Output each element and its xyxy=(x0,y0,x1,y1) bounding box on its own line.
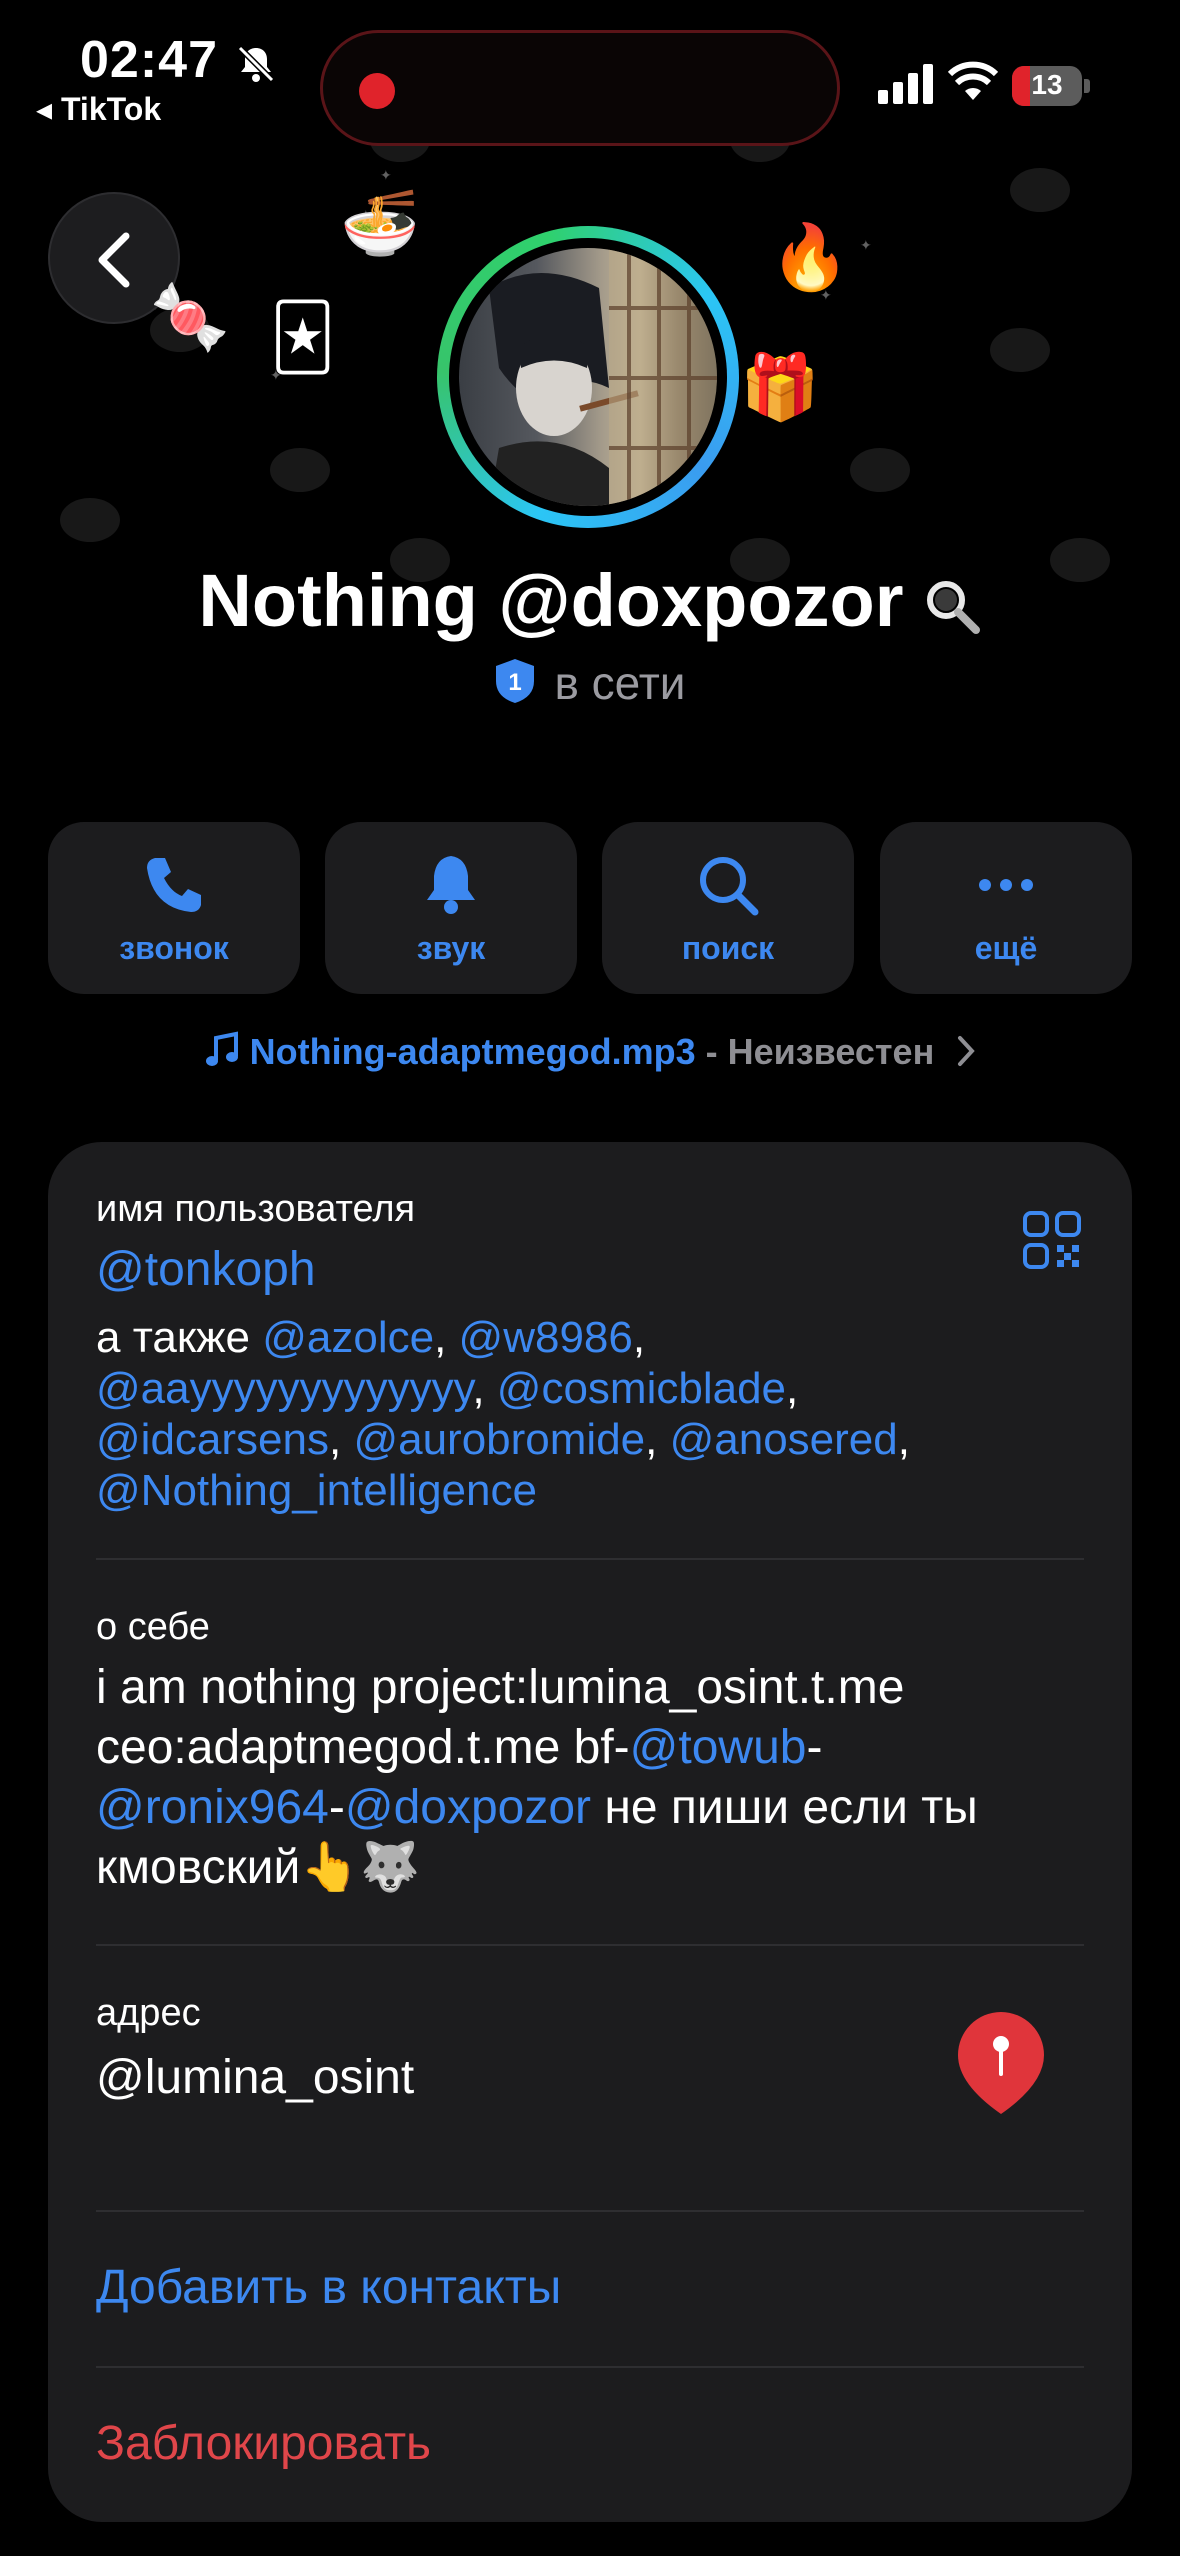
more-button[interactable]: ещё xyxy=(880,822,1132,994)
also-usernames: а также @azolce, @w8986, @aayyyyyyyyyyyy… xyxy=(96,1313,910,1515)
divider xyxy=(96,2366,1084,2368)
status-bar: 02:47 ◂ TikTok 13 xyxy=(0,0,1180,146)
more-icon xyxy=(979,879,1033,891)
profile-name: Nothing @doxpozor xyxy=(0,558,1180,643)
svg-text:✦: ✦ xyxy=(860,237,872,253)
bio-label: о себе xyxy=(96,1606,210,1648)
divider xyxy=(96,1944,1084,1946)
shield-badge-icon: 1 xyxy=(496,659,535,703)
green-ribbon-icon: 🎁 xyxy=(740,351,820,423)
divider xyxy=(96,2210,1084,2212)
avatar[interactable] xyxy=(437,226,739,528)
block-user-button[interactable]: Заблокировать xyxy=(96,2416,431,2471)
action-buttons: звонок звук поиск ещё xyxy=(48,822,1132,994)
music-artist: Неизвестен xyxy=(727,1031,935,1072)
search-icon xyxy=(700,857,759,916)
add-to-contacts-button[interactable]: Добавить в контакты xyxy=(96,2260,561,2315)
online-status: 1 в сети xyxy=(0,656,1180,710)
jester-hat-icon: 🃏 xyxy=(270,301,336,373)
sound-button[interactable]: звук xyxy=(325,822,577,994)
call-button[interactable]: звонок xyxy=(48,822,300,994)
username-label: имя пользователя xyxy=(96,1188,416,1230)
svg-text:✦: ✦ xyxy=(380,167,392,183)
noodle-box-icon: 🍜 xyxy=(340,187,420,259)
profile-music[interactable]: Nothing-adaptmegod.mp3 - Неизвестен xyxy=(0,1030,1180,1073)
dynamic-island xyxy=(320,30,840,146)
battery-indicator: 13 xyxy=(1012,66,1092,106)
address-value[interactable]: @lumina_osint xyxy=(96,2050,414,2105)
username-link[interactable]: @tonkoph xyxy=(96,1242,316,1297)
torch-icon: 🔥 xyxy=(770,221,850,293)
chevron-left-icon xyxy=(98,232,130,288)
wifi-icon xyxy=(948,61,998,100)
bell-icon xyxy=(427,856,475,914)
qr-code-icon[interactable] xyxy=(1022,1210,1082,1270)
info-card: имя пользователя @tonkoph а также @azolc… xyxy=(48,1142,1132,2522)
divider xyxy=(96,1558,1084,1560)
chevron-right-icon xyxy=(958,1036,976,1066)
bell-muted-icon xyxy=(237,45,275,83)
avatar-image xyxy=(459,248,717,506)
phone-icon xyxy=(147,858,201,912)
music-file-name: Nothing-adaptmegod.mp3 xyxy=(249,1031,696,1072)
candy-cane-icon: 🍬 xyxy=(150,281,230,353)
cellular-signal-icon xyxy=(878,64,933,104)
clock: 02:47 xyxy=(80,31,218,89)
magnifier-emoji-icon xyxy=(926,581,980,635)
map-pin-icon[interactable] xyxy=(954,2008,1048,2118)
address-label: адрес xyxy=(96,1992,201,2034)
recording-indicator xyxy=(359,73,395,109)
search-button[interactable]: поиск xyxy=(602,822,854,994)
bio-text: i am nothing project:lumina_osint.t.me c… xyxy=(96,1661,978,1894)
svg-text:1: 1 xyxy=(509,669,522,696)
back-to-app-link[interactable]: ◂ TikTok xyxy=(36,90,161,128)
music-note-icon xyxy=(205,1031,238,1066)
